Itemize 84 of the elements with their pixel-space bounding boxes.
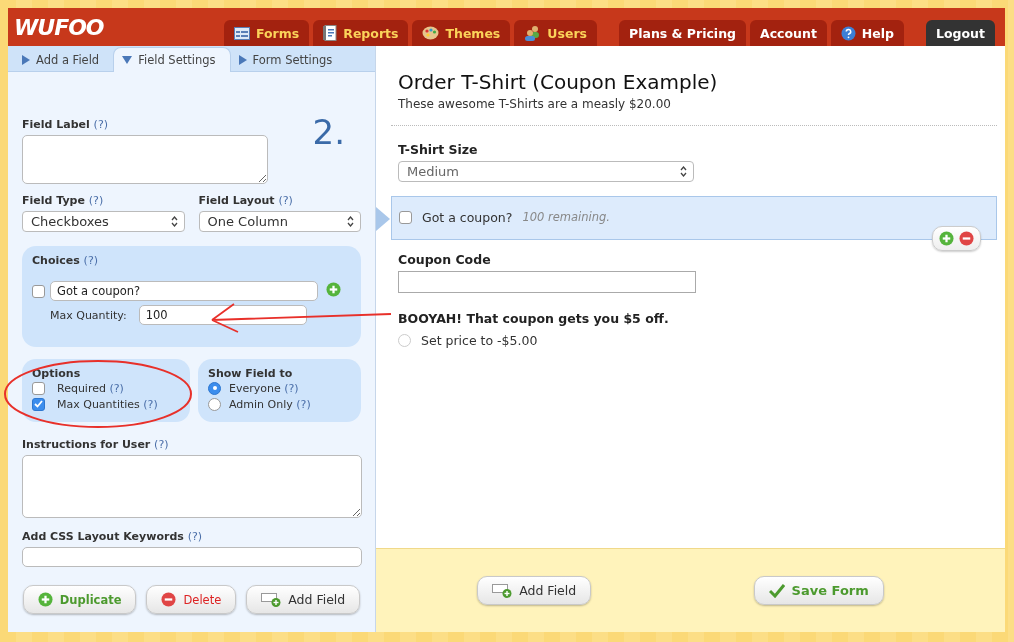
select-arrows-icon (680, 166, 687, 177)
help-link[interactable]: (?) (284, 381, 299, 395)
field-label-label: Field Label (?) (22, 118, 110, 131)
caret-right-icon (238, 55, 247, 65)
choice-checkbox[interactable] (32, 284, 45, 298)
duplicate-button[interactable]: Duplicate (22, 585, 137, 614)
panel-tab[interactable]: Field Settings (113, 47, 231, 72)
option-checkbox[interactable] (32, 381, 45, 395)
select-arrows-icon (347, 216, 354, 227)
option-label: Max Quantities (?) (57, 397, 158, 411)
show-field-title: Show Field to (208, 367, 294, 380)
field-layout-select[interactable]: One Column (198, 211, 361, 232)
help-link[interactable]: (?) (278, 194, 293, 207)
add-field-icon (492, 583, 513, 598)
help-link[interactable]: (?) (93, 118, 109, 131)
option-checkbox[interactable] (32, 397, 45, 411)
notepad-icon (323, 25, 338, 41)
checkmark-icon (34, 400, 43, 408)
field-layout-label: Field Layout (?) (198, 194, 294, 207)
step-number: 2. (312, 112, 345, 152)
add-icon[interactable] (326, 281, 341, 297)
css-keywords-input[interactable] (22, 547, 362, 567)
price-option-label: Set price to -$5.00 (421, 332, 538, 348)
option-label: Required (?) (57, 381, 124, 395)
help-link[interactable]: (?) (109, 381, 124, 395)
panel-tab[interactable]: Add a Field (14, 49, 114, 71)
add-field-icon (261, 592, 282, 607)
delete-button[interactable]: Delete (146, 585, 237, 614)
field-label: BOOYAH! That coupon gets you $5 off. (398, 311, 670, 326)
help-link[interactable]: (?) (143, 397, 158, 411)
max-quantity-input[interactable]: 100 (138, 305, 307, 325)
css-keywords-label: Add CSS Layout Keywords (?) (22, 530, 204, 543)
add-button[interactable]: Add Field (477, 576, 592, 605)
form-title: Order T-Shirt (Coupon Example) (398, 70, 719, 94)
add-icon[interactable] (939, 231, 954, 246)
help-link[interactable]: (?) (296, 397, 311, 411)
help-link[interactable]: (?) (187, 530, 203, 543)
help-link[interactable]: (?) (154, 438, 169, 451)
add-icon[interactable] (37, 592, 53, 607)
checkmark-icon (768, 583, 785, 598)
field-label: T-Shirt Size (398, 142, 479, 157)
visibility-label: Everyone (?) (229, 381, 299, 395)
visibility-label: Admin Only (?) (229, 397, 311, 411)
form-icon (234, 26, 250, 40)
select-arrows-icon (170, 216, 178, 227)
options-title: Options (32, 367, 82, 380)
field-label: Coupon Code (398, 252, 492, 267)
instructions-label: Instructions for User (?) (22, 438, 170, 451)
coupon-checkbox[interactable] (399, 210, 412, 224)
choice-input[interactable]: Got a coupon? (50, 281, 318, 301)
nav-tab[interactable]: Forms (224, 20, 310, 46)
size-select[interactable]: Medium (398, 161, 694, 182)
save-button[interactable]: Save Form (753, 576, 884, 605)
visibility-radio[interactable] (208, 397, 221, 411)
nav-tab[interactable]: Account (750, 20, 827, 46)
help-link[interactable]: (?) (88, 194, 104, 207)
nav-tab[interactable]: Reports (313, 20, 409, 46)
nav-tab[interactable]: Users (514, 20, 597, 46)
logo[interactable]: WUFOO (14, 14, 104, 40)
help-link[interactable]: (?) (83, 254, 99, 267)
palette-icon (422, 26, 440, 40)
add-button[interactable]: Add Field (246, 585, 361, 614)
price-radio[interactable] (398, 333, 411, 347)
nav-tab[interactable]: Plans & Pricing (619, 20, 746, 46)
caret-down-icon (122, 56, 133, 64)
remove-icon[interactable] (161, 592, 177, 607)
remaining-note: 100 remaining. (522, 210, 611, 224)
users-icon (524, 25, 542, 41)
caret-right-icon (22, 55, 30, 65)
coupon-code-input[interactable] (398, 271, 696, 293)
panel-tab[interactable]: Form Settings (230, 49, 347, 71)
field-label-input[interactable] (22, 135, 268, 184)
help-icon (840, 25, 856, 41)
nav-tab[interactable]: Themes (412, 20, 511, 46)
field-type-select[interactable]: Checkboxes (22, 211, 185, 232)
form-description: These awesome T-Shirts are a measly $20.00 (398, 97, 672, 111)
field-type-label: Field Type (?) (22, 194, 105, 207)
max-quantity-label: Max Quantity: (50, 308, 127, 322)
visibility-radio[interactable] (208, 381, 221, 395)
coupon-option-label: Got a coupon? (422, 209, 513, 225)
nav-tab[interactable]: Help (830, 20, 905, 46)
instructions-input[interactable] (22, 455, 362, 518)
remove-icon[interactable] (959, 231, 974, 246)
choices-title: Choices (?) (32, 254, 100, 267)
